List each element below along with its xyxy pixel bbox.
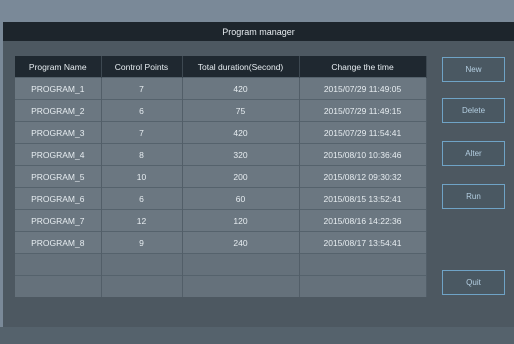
table-row[interactable]: PROGRAM_6 6 60 2015/08/15 13:52:41 xyxy=(15,187,427,210)
change-time-cell: 2015/08/15 13:52:41 xyxy=(299,187,427,210)
control-points-cell: 12 xyxy=(101,209,183,232)
program-name-cell: PROGRAM_8 xyxy=(15,231,102,254)
program-name-cell: PROGRAM_5 xyxy=(15,165,102,188)
table-row[interactable]: PROGRAM_5 10 200 2015/08/12 09:30:32 xyxy=(15,165,427,188)
duration-cell: 200 xyxy=(182,165,300,188)
change-time-cell: 2015/07/29 11:54:41 xyxy=(299,121,427,144)
window-title: Program manager xyxy=(3,22,514,41)
empty-cell xyxy=(299,275,427,297)
empty-cell xyxy=(182,275,300,297)
table-row[interactable]: PROGRAM_3 7 420 2015/07/29 11:54:41 xyxy=(15,121,427,144)
control-points-cell: 7 xyxy=(101,121,183,144)
empty-cell xyxy=(182,253,300,276)
run-button[interactable]: Run xyxy=(442,184,505,209)
program-name-cell: PROGRAM_3 xyxy=(15,121,102,144)
program-name-cell: PROGRAM_4 xyxy=(15,143,102,166)
alter-button[interactable]: Alter xyxy=(442,141,505,166)
empty-cell xyxy=(15,275,102,297)
table-row[interactable]: PROGRAM_8 9 240 2015/08/17 13:54:41 xyxy=(15,231,427,254)
program-name-cell: PROGRAM_7 xyxy=(15,209,102,232)
header-total-duration[interactable]: Total duration(Second) xyxy=(182,56,300,78)
empty-table-row[interactable] xyxy=(15,253,427,276)
delete-button[interactable]: Delete xyxy=(442,98,505,123)
duration-cell: 320 xyxy=(182,143,300,166)
change-time-cell: 2015/08/16 14:22:36 xyxy=(299,209,427,232)
empty-table-row[interactable] xyxy=(15,275,427,297)
duration-cell: 75 xyxy=(182,99,300,122)
empty-cell xyxy=(101,253,183,276)
duration-cell: 420 xyxy=(182,77,300,100)
control-points-cell: 6 xyxy=(101,187,183,210)
change-time-cell: 2015/08/12 09:30:32 xyxy=(299,165,427,188)
control-points-cell: 9 xyxy=(101,231,183,254)
control-points-cell: 8 xyxy=(101,143,183,166)
table-row[interactable]: PROGRAM_1 7 420 2015/07/29 11:49:05 xyxy=(15,77,427,100)
change-time-cell: 2015/07/29 11:49:15 xyxy=(299,99,427,122)
duration-cell: 240 xyxy=(182,231,300,254)
program-name-cell: PROGRAM_6 xyxy=(15,187,102,210)
control-points-cell: 7 xyxy=(101,77,183,100)
change-time-cell: 2015/08/10 10:36:46 xyxy=(299,143,427,166)
bottom-bar xyxy=(0,327,514,344)
control-points-cell: 6 xyxy=(101,99,183,122)
program-manager-window: Program manager Program Name Control Poi… xyxy=(3,22,514,327)
control-points-cell: 10 xyxy=(101,165,183,188)
duration-cell: 60 xyxy=(182,187,300,210)
table-row[interactable]: PROGRAM_4 8 320 2015/08/10 10:36:46 xyxy=(15,143,427,166)
table-row[interactable]: PROGRAM_2 6 75 2015/07/29 11:49:15 xyxy=(15,99,427,122)
duration-cell: 420 xyxy=(182,121,300,144)
header-change-time[interactable]: Change the time xyxy=(299,56,427,78)
empty-cell xyxy=(15,253,102,276)
table-row[interactable]: PROGRAM_7 12 120 2015/08/16 14:22:36 xyxy=(15,209,427,232)
header-control-points[interactable]: Control Points xyxy=(101,56,183,78)
new-button[interactable]: New xyxy=(442,57,505,82)
empty-cell xyxy=(299,253,427,276)
empty-cell xyxy=(101,275,183,297)
program-name-cell: PROGRAM_2 xyxy=(15,99,102,122)
change-time-cell: 2015/08/17 13:54:41 xyxy=(299,231,427,254)
table-header-row: Program Name Control Points Total durati… xyxy=(15,56,427,78)
change-time-cell: 2015/07/29 11:49:05 xyxy=(299,77,427,100)
duration-cell: 120 xyxy=(182,209,300,232)
program-name-cell: PROGRAM_1 xyxy=(15,77,102,100)
quit-button[interactable]: Quit xyxy=(442,270,505,295)
header-program-name[interactable]: Program Name xyxy=(15,56,102,78)
program-table: Program Name Control Points Total durati… xyxy=(15,56,427,297)
